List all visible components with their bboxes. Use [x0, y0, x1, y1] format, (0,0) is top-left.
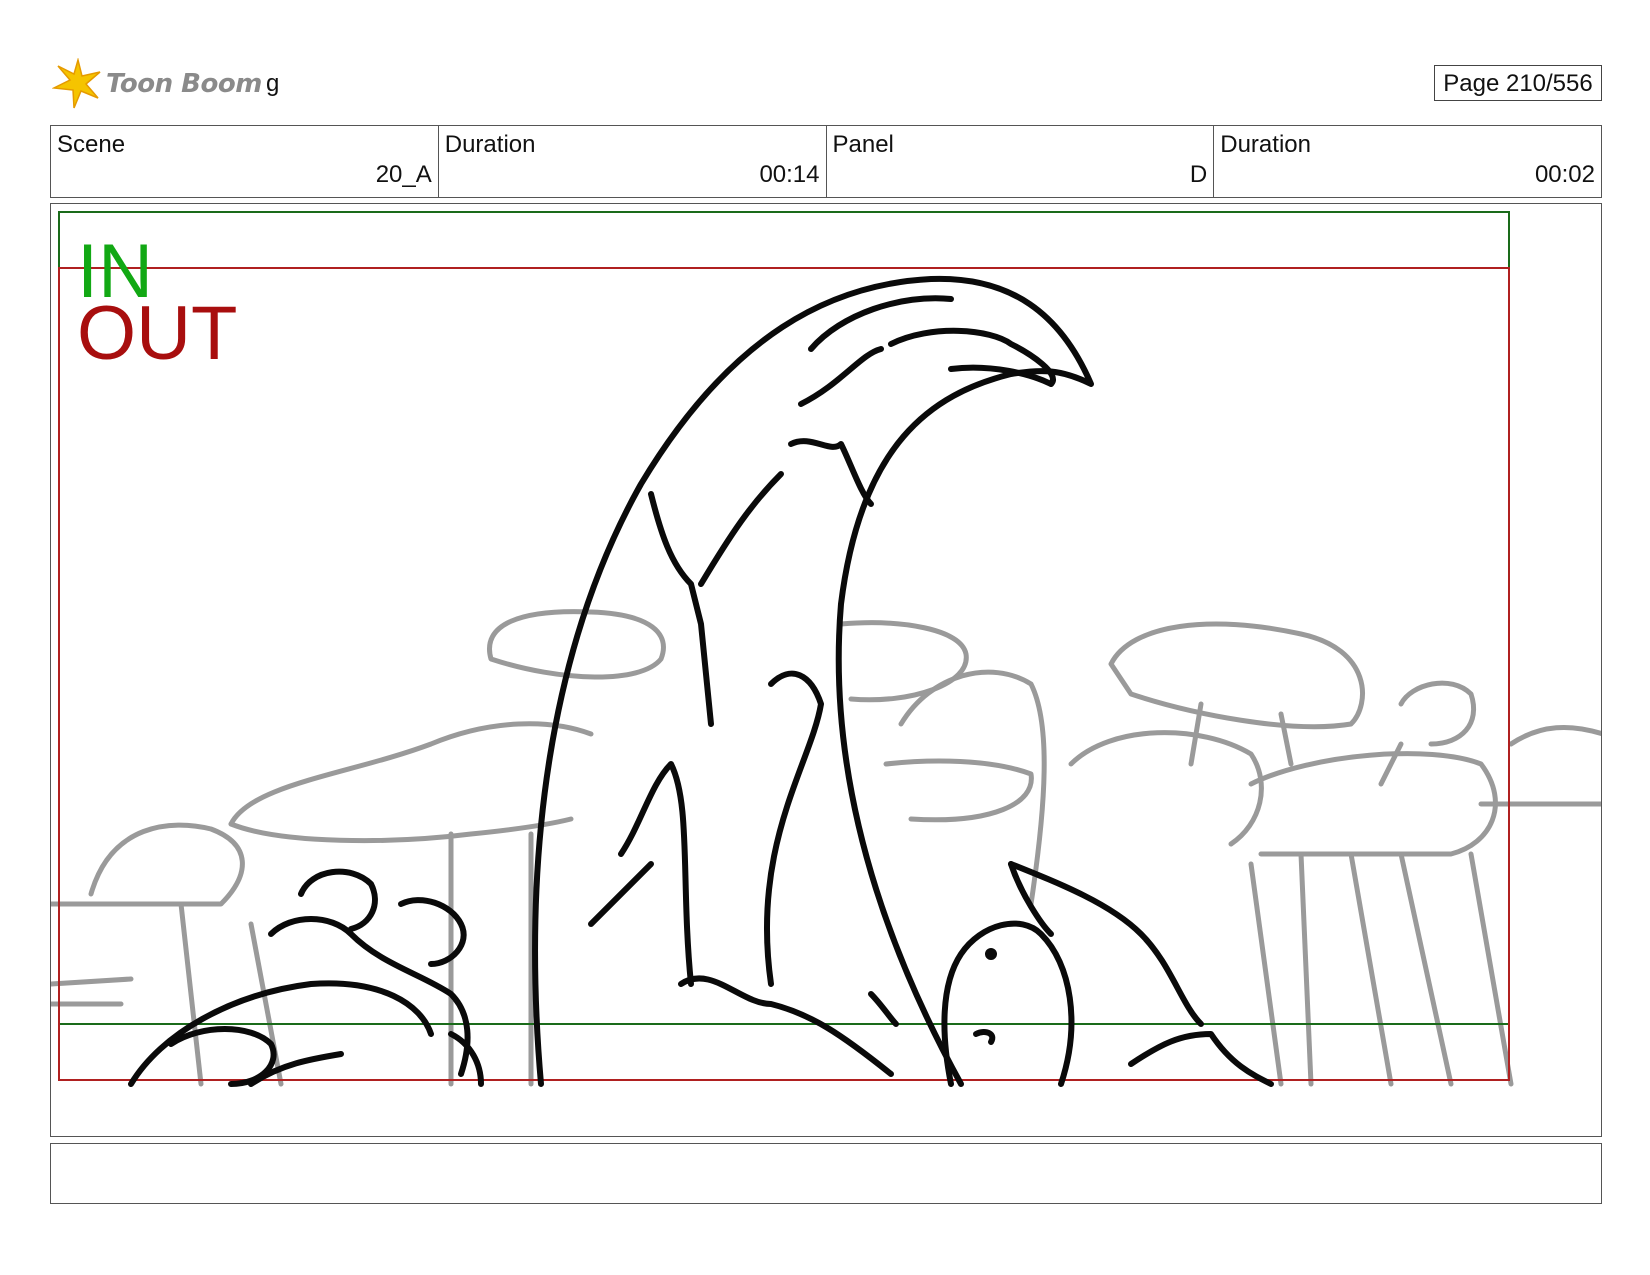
scene-value: 20_A	[375, 161, 432, 188]
panel-duration-value: 00:02	[1534, 161, 1595, 188]
scene-duration-cell: Duration 00:14	[439, 126, 827, 197]
panel-notes-box	[50, 1143, 1602, 1204]
panel-duration-cell: Duration 00:02	[1214, 126, 1601, 197]
panel-info-row: Scene 20_A Duration 00:14 Panel D Durati…	[50, 125, 1602, 198]
scene-duration-value: 00:14	[759, 161, 820, 188]
page-indicator: Page 210/556	[1434, 65, 1602, 101]
project-name: g	[266, 70, 280, 97]
toon-boom-logo: Toon Boom	[52, 56, 262, 112]
panel-label: Panel	[832, 131, 894, 158]
storyboard-frame: IN OUT	[50, 203, 1602, 1137]
foreground-sketch	[128, 275, 1274, 1087]
logo-text: Toon Boom	[106, 69, 262, 99]
scene-duration-label: Duration	[444, 131, 536, 158]
out-label: OUT	[77, 291, 238, 376]
in-frame-top-guide	[58, 211, 1510, 269]
panel-value: D	[1189, 161, 1208, 188]
scene-cell: Scene 20_A	[51, 126, 439, 197]
toon-boom-star-icon	[52, 58, 101, 109]
storyboard-sketch	[51, 211, 1601, 1087]
scene-label: Scene	[57, 131, 126, 158]
background-mushrooms	[51, 609, 1601, 1087]
panel-cell: Panel D	[827, 126, 1215, 197]
panel-duration-label: Duration	[1220, 131, 1311, 158]
